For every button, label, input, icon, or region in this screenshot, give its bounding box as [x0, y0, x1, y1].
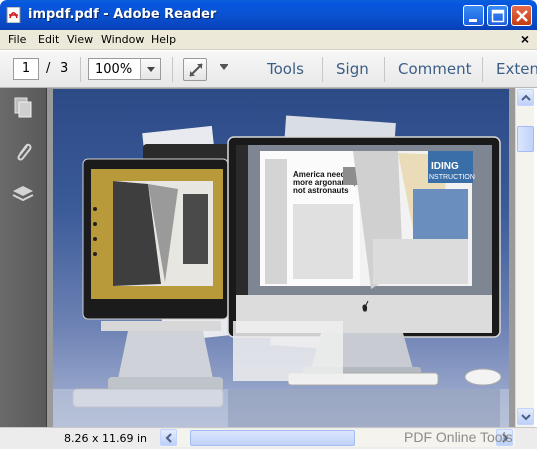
toolbar-divider: [322, 57, 323, 82]
current-page-input[interactable]: 1: [13, 58, 39, 80]
fit-page-button[interactable]: [183, 58, 207, 81]
scroll-down-button[interactable]: [517, 408, 534, 425]
vertical-scrollbar[interactable]: [515, 88, 534, 427]
close-document-button[interactable]: ×: [521, 31, 529, 47]
maximize-icon: [491, 9, 505, 23]
total-pages: 3: [60, 61, 69, 76]
menu-bar: File Edit View Window Help ×: [0, 30, 537, 50]
svg-text:IDING: IDING: [431, 161, 459, 172]
layers-icon[interactable]: [11, 182, 35, 206]
menu-edit[interactable]: Edit: [38, 33, 59, 46]
close-button[interactable]: [511, 5, 532, 26]
minimize-button[interactable]: [463, 5, 484, 26]
vertical-scroll-thumb[interactable]: [517, 126, 534, 152]
watermark-text: PDF Online Tools: [404, 429, 513, 445]
chevron-down-icon: [147, 67, 155, 72]
zoom-dropdown-button[interactable]: [140, 59, 160, 79]
attachments-icon[interactable]: [11, 140, 35, 164]
expand-arrows-icon: [189, 63, 203, 77]
close-icon: [516, 10, 528, 22]
zoom-value[interactable]: 100%: [95, 62, 132, 77]
menu-window[interactable]: Window: [101, 33, 144, 46]
arrow-left-icon: [165, 433, 172, 443]
comment-link[interactable]: Comment: [398, 60, 472, 78]
tools-link[interactable]: Tools: [267, 60, 304, 78]
page-separator: /: [46, 61, 51, 76]
toolbar-divider: [384, 57, 385, 82]
menu-file[interactable]: File: [8, 33, 26, 46]
menu-view[interactable]: View: [67, 33, 93, 46]
sign-link[interactable]: Sign: [336, 60, 369, 78]
scroll-left-button[interactable]: [160, 429, 177, 446]
arrow-up-icon: [521, 94, 531, 101]
page-size-label: 8.26 x 11.69 in: [64, 432, 148, 445]
svg-text:NSTRUCTION: NSTRUCTION: [429, 174, 475, 181]
page-illustration: America needs more argonauts, not astron…: [53, 115, 509, 427]
toolbar-divider: [172, 57, 173, 82]
document-viewport[interactable]: America needs more argonauts, not astron…: [47, 88, 515, 427]
zoom-combobox[interactable]: 100%: [88, 58, 161, 80]
horizontal-scroll-thumb[interactable]: [190, 430, 355, 446]
toolbar: 1 / 3 100% Tools Sign Comment Extend: [0, 51, 537, 88]
extend-link[interactable]: Extend: [496, 60, 537, 78]
toolbar-divider: [80, 57, 81, 82]
page-thumbnails-icon[interactable]: [11, 96, 35, 120]
adobe-reader-icon: [6, 7, 21, 23]
window-title: impdf.pdf - Adobe Reader: [28, 7, 217, 22]
toolbar-divider: [482, 57, 483, 82]
navigation-pane: [0, 88, 47, 447]
menu-help[interactable]: Help: [151, 33, 176, 46]
chevron-down-icon[interactable]: [219, 64, 229, 72]
scroll-up-button[interactable]: [517, 89, 534, 106]
arrow-down-icon: [521, 414, 531, 421]
title-bar: impdf.pdf - Adobe Reader: [0, 0, 537, 30]
maximize-button[interactable]: [487, 5, 508, 26]
minimize-icon: [469, 19, 477, 22]
pdf-page: America needs more argonauts, not astron…: [53, 89, 509, 427]
